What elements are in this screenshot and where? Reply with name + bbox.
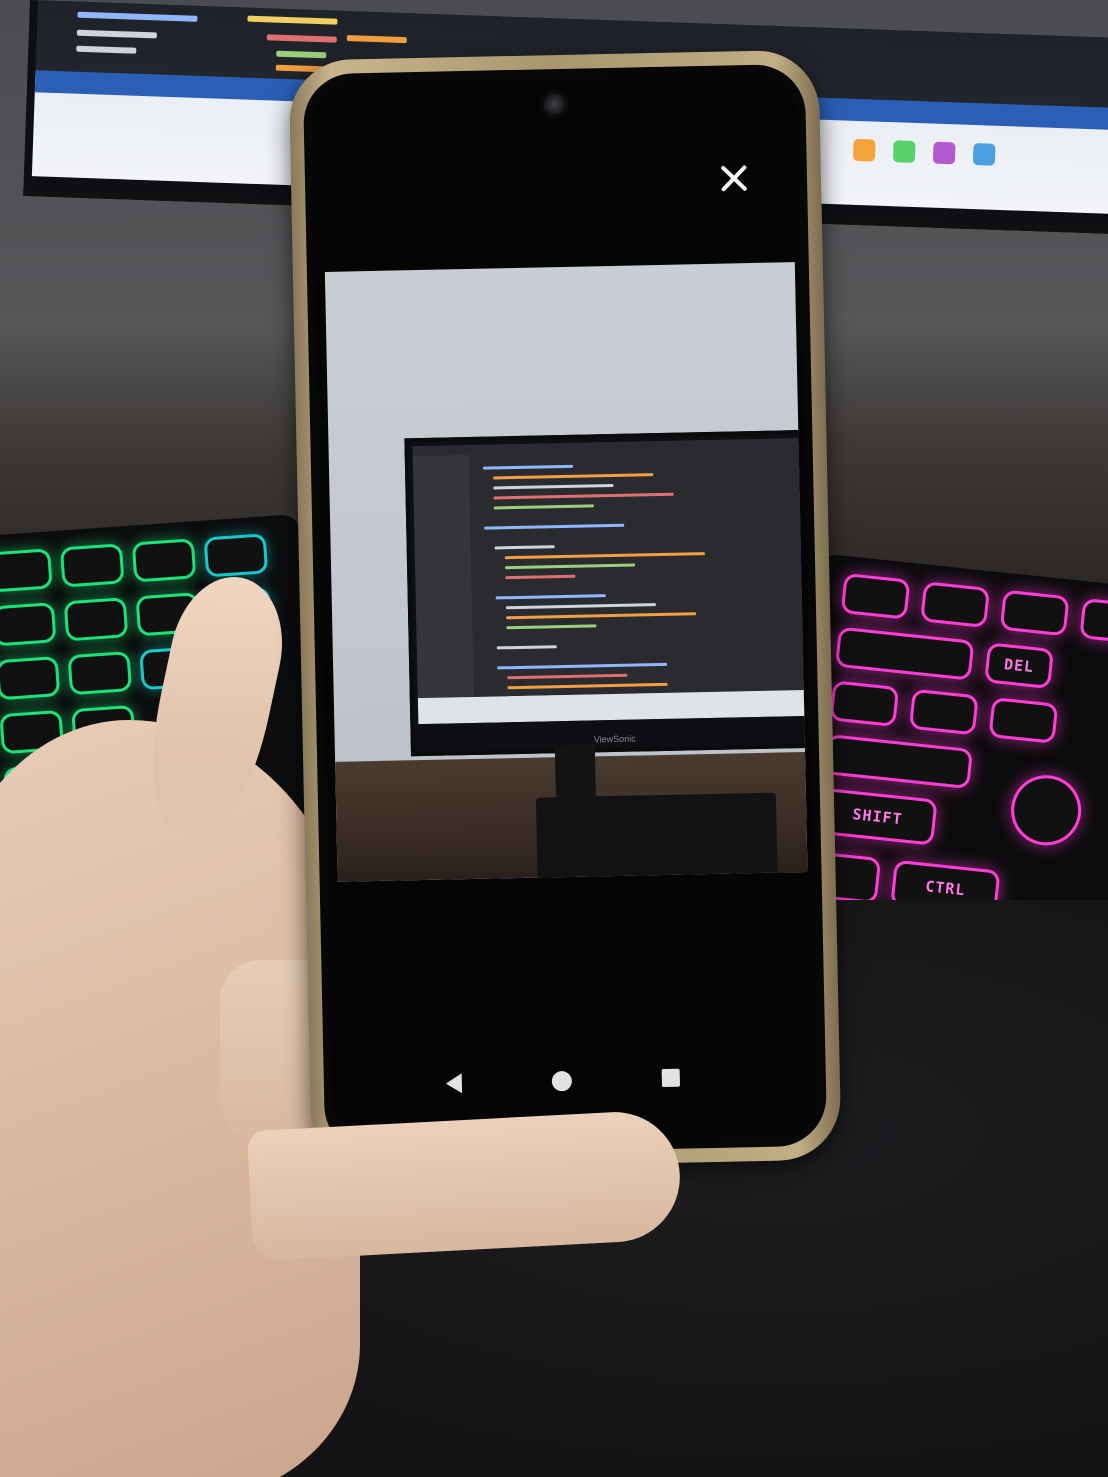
keyboard-key: SHIFT: [820, 791, 935, 843]
code-line: [497, 662, 668, 670]
keyboard-key: [206, 536, 265, 575]
code-line: [507, 682, 668, 690]
code-line: [76, 45, 137, 54]
code-line: [493, 492, 674, 500]
taskbar-app-icon: [852, 138, 876, 162]
code-line: [493, 504, 594, 510]
code-line: [496, 645, 557, 650]
code-line: [482, 464, 574, 470]
keyboard-key: [1082, 601, 1108, 642]
navigation-bar: [332, 1058, 819, 1108]
keyboard-key: [912, 692, 976, 733]
code-line: [505, 563, 636, 570]
keyboard-key: [827, 737, 970, 786]
front-camera-icon: [543, 92, 566, 116]
photo-scene: DEL SHIFT CTRL ViewSonic: [0, 0, 1108, 1477]
phone-bezel: ViewSonic: [302, 63, 828, 1157]
keyboard-key: [0, 551, 50, 590]
keyboard-key: [63, 546, 122, 585]
phone-screen: ViewSonic: [310, 72, 820, 1148]
keyboard-key: [838, 629, 972, 678]
code-line: [77, 11, 198, 22]
photo-taskbar: [417, 689, 808, 725]
taskbar-app-icon: [972, 143, 996, 166]
close-icon[interactable]: [717, 161, 752, 196]
code-line: [505, 603, 656, 610]
code-line: [247, 15, 338, 25]
keyboard-key: [0, 659, 58, 698]
keyboard-key: [70, 654, 129, 693]
code-line: [494, 545, 555, 550]
code-line: [484, 523, 625, 530]
code-line: [276, 50, 327, 59]
keyboard-key: [134, 541, 194, 580]
keyboard-key: [923, 584, 987, 625]
code-line: [506, 612, 697, 620]
key-label-ctrl: CTRL: [924, 877, 967, 900]
photo-monitor-screen: [412, 437, 808, 725]
code-line: [504, 552, 705, 560]
code-line: [493, 483, 614, 490]
photo-monitor-base: [535, 792, 778, 878]
keyboard-key: [1010, 775, 1082, 846]
smartphone: ViewSonic: [288, 49, 842, 1171]
code-line: [507, 673, 628, 680]
keyboard-key: [991, 700, 1055, 741]
home-icon[interactable]: [551, 1070, 573, 1092]
hand-finger-bottom: [246, 1108, 684, 1262]
keyboard-key: [1003, 592, 1067, 634]
taskbar-app-icon: [932, 141, 956, 165]
photo-editor-sidebar: [412, 454, 475, 725]
taskbar-app-icon: [892, 140, 916, 163]
code-line: [76, 29, 157, 39]
keyboard-key: [843, 576, 908, 617]
keyboard-key: DEL: [987, 645, 1051, 686]
keyboard-key: [832, 683, 896, 724]
photo-preview: ViewSonic: [324, 262, 808, 882]
code-line: [346, 35, 407, 44]
code-line: [266, 34, 337, 43]
recents-icon[interactable]: [661, 1068, 681, 1088]
code-line: [506, 624, 597, 630]
key-label-shift: SHIFT: [851, 805, 904, 829]
code-line: [493, 473, 654, 480]
keyboard-key: [66, 600, 126, 639]
back-icon[interactable]: [445, 1073, 463, 1094]
keyboard-key: [0, 605, 54, 644]
photo-monitor: ViewSonic: [404, 429, 808, 757]
code-line: [505, 574, 576, 580]
monitor-brand-label: ViewSonic: [593, 733, 636, 745]
code-line: [495, 594, 606, 600]
key-label-del: DEL: [1003, 655, 1035, 677]
